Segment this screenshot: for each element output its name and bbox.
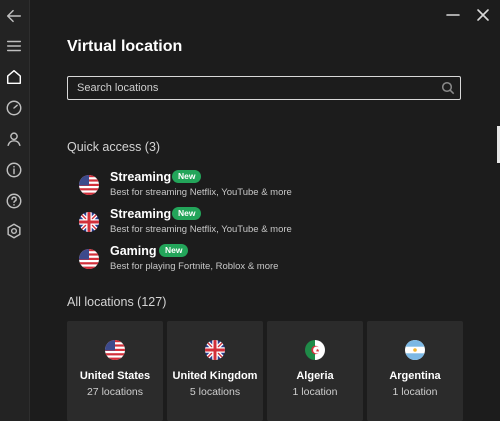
search-box[interactable] [67,76,461,100]
quick-access-description: Best for streaming Netflix, YouTube & mo… [110,224,292,235]
location-card[interactable]: United Kingdom 5 locations [167,321,263,421]
us-flag-icon [79,249,99,269]
quick-access-item[interactable]: Streaming New Best for streaming Netflix… [79,207,379,241]
location-card[interactable]: Algeria 1 location [267,321,363,421]
uk-flag-icon [205,340,225,360]
minimize-icon[interactable] [444,6,462,24]
location-count: 1 location [292,386,338,398]
quick-access-name: Gaming [110,244,157,258]
search-icon[interactable] [441,81,455,95]
menu-icon[interactable] [4,36,24,56]
location-count: 5 locations [189,386,241,398]
page-title: Virtual location [67,38,183,55]
sidebar [0,0,30,421]
location-name: United States [79,370,151,382]
settings-icon[interactable] [4,221,24,241]
us-flag-icon [105,340,125,360]
argentina-flag-icon [405,340,425,360]
new-badge: New [159,244,189,257]
us-flag-icon [79,175,99,195]
quick-access-description: Best for playing Fortnite, Roblox & more [110,261,279,272]
search-input[interactable] [77,77,437,99]
quick-access-name: Streaming [110,170,172,184]
location-name: United Kingdom [172,370,258,382]
new-badge: New [172,207,202,220]
quick-access-item[interactable]: Streaming New Best for streaming Netflix… [79,170,379,204]
location-count: 27 locations [86,386,144,398]
all-locations-heading: All locations (127) [67,295,167,309]
info-icon[interactable] [4,160,24,180]
location-count: 1 location [392,386,438,398]
algeria-flag-icon [305,340,325,360]
speedometer-icon[interactable] [4,98,24,118]
new-badge: New [172,170,202,183]
close-icon[interactable] [474,6,492,24]
account-icon[interactable] [4,129,24,149]
location-card[interactable]: Argentina 1 location [367,321,463,421]
uk-flag-icon [79,212,99,232]
home-icon[interactable] [4,67,24,87]
quick-access-description: Best for streaming Netflix, YouTube & mo… [110,187,292,198]
quick-access-name: Streaming [110,207,172,221]
quick-access-item[interactable]: Gaming New Best for playing Fortnite, Ro… [79,244,379,278]
back-arrow-icon[interactable] [4,6,24,26]
location-name: Argentina [389,370,441,382]
location-name: Algeria [296,370,334,382]
location-card[interactable]: United States 27 locations [67,321,163,421]
quick-access-heading: Quick access (3) [67,140,161,154]
help-icon[interactable] [4,191,24,211]
